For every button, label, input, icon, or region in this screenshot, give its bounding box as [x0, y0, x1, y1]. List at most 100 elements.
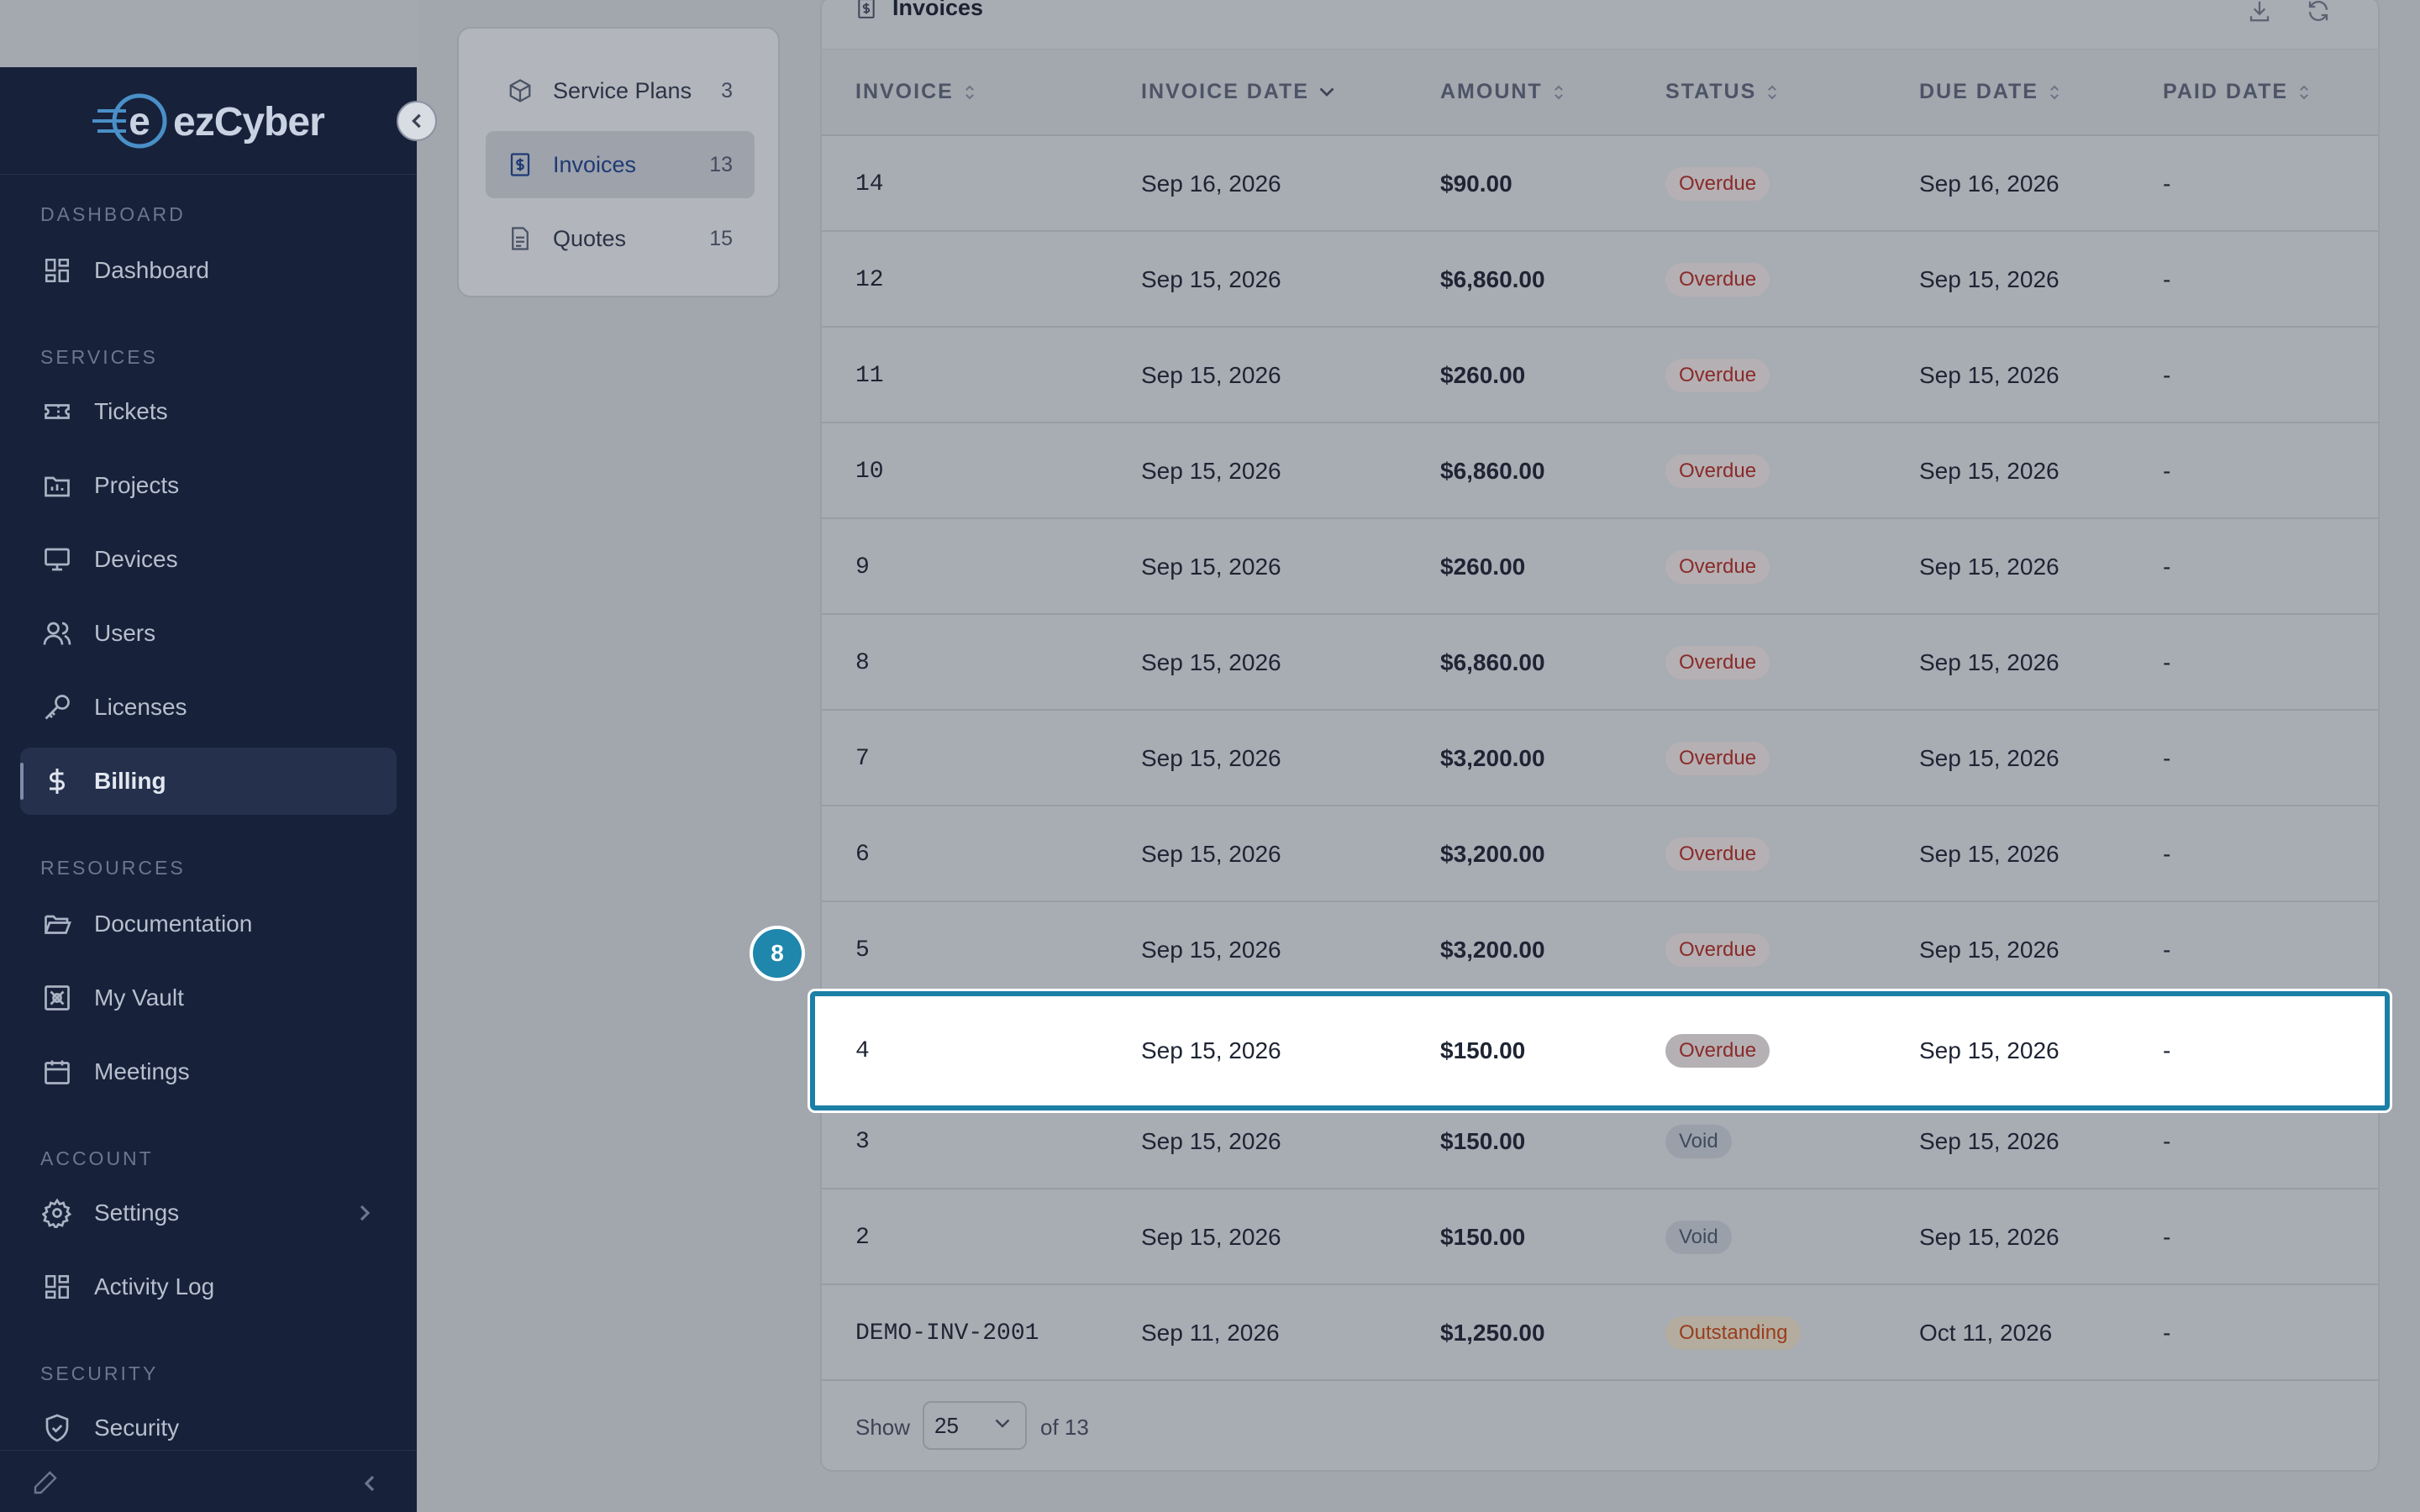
table-row[interactable]: 11 Sep 15, 2026 $260.00 Overdue Sep 15, 2026…: [822, 328, 2378, 423]
status-badge: Void: [1665, 1125, 1732, 1158]
table-row[interactable]: 5 Sep 15, 2026 $3,200.00 Overdue Sep 15, 202…: [822, 902, 2378, 998]
sidebar-item-label: Documentation: [94, 911, 253, 937]
column-header-paid-date[interactable]: PAID DATE: [2163, 80, 2310, 104]
sidebar-item-activity-log[interactable]: Activity Log: [20, 1253, 397, 1320]
table-row[interactable]: 3 Sep 15, 2026 $150.00 Void Sep 15, 2026 -: [822, 1094, 2378, 1189]
cell-invoice: 3: [855, 1128, 870, 1155]
cell-due-date: Sep 15, 2026: [1919, 841, 2060, 867]
table-row[interactable]: 12 Sep 15, 2026 $6,860.00 Overdue Sep 15, 20…: [822, 232, 2378, 328]
sort-icon: [2300, 85, 2308, 99]
column-header-invoice-date[interactable]: INVOICE DATE: [1141, 80, 1334, 104]
refresh-icon[interactable]: [2306, 0, 2331, 24]
column-header-amount[interactable]: AMOUNT: [1440, 80, 1565, 104]
sidebar: e ezCyber DASHBOARD Dashboard SERVICES T…: [0, 67, 417, 1512]
cell-amount: $150.00: [1440, 1224, 1526, 1250]
table-header: INVOICE INVOICE DATE AMOUNT STATUS DUE D…: [822, 49, 2378, 136]
sidebar-item-devices[interactable]: Devices: [20, 526, 397, 593]
cell-invoice: 6: [855, 841, 870, 868]
table-row[interactable]: DEMO-INV-2001 Sep 11, 2026 $1,250.00 Outsta…: [822, 1285, 2378, 1381]
page-size-value: 25: [934, 1412, 959, 1438]
cell-invoice-date: Sep 11, 2026: [1141, 1320, 1280, 1346]
cell-invoice: 2: [855, 1224, 870, 1251]
cell-invoice-date: Sep 16, 2026: [1141, 171, 1281, 197]
sidebar-item-dashboard[interactable]: Dashboard: [20, 237, 397, 304]
cell-amount: $3,200.00: [1440, 937, 1545, 963]
sidebar-item-documentation[interactable]: Documentation: [20, 890, 397, 958]
cell-status: Overdue: [1665, 232, 1770, 328]
cell-paid-date: -: [2163, 266, 2171, 292]
subnav-item-quotes[interactable]: Quotes 15: [486, 205, 755, 272]
table-row[interactable]: 9 Sep 15, 2026 $260.00 Overdue Sep 15, 2026 -: [822, 519, 2378, 615]
sidebar-item-settings[interactable]: Settings: [20, 1179, 397, 1247]
table-row[interactable]: 10 Sep 15, 2026 $6,860.00 Overdue Sep 15, 20…: [822, 423, 2378, 519]
sidebar-item-label: Meetings: [94, 1058, 190, 1084]
cell-invoice-date: Sep 15, 2026: [1141, 554, 1281, 580]
subnav-item-service-plans[interactable]: Service Plans 3: [486, 57, 755, 124]
column-header-label: AMOUNT: [1440, 80, 1543, 103]
sidebar-item-billing[interactable]: Billing: [20, 748, 397, 815]
step-marker: 8: [750, 926, 805, 981]
shield-icon: [40, 1411, 74, 1445]
cell-invoice-date: Sep 15, 2026: [1141, 266, 1281, 292]
sort-icon: [2050, 85, 2059, 99]
calendar-icon: [40, 1055, 74, 1089]
cell-due-date: Sep 15, 2026: [1919, 266, 2060, 292]
chevron-down-icon: [995, 1419, 1010, 1428]
cell-invoice: DEMO-INV-2001: [855, 1320, 1039, 1347]
collapse-sidebar-icon[interactable]: [361, 1473, 378, 1494]
column-header-label: INVOICE DATE: [1141, 80, 1309, 103]
table-row[interactable]: 7 Sep 15, 2026 $3,200.00 Overdue Sep 15, 202…: [822, 711, 2378, 806]
cell-invoice: 9: [855, 554, 870, 580]
cell-status: Void: [1665, 1094, 1732, 1189]
column-header-due-date[interactable]: DUE DATE: [1919, 80, 2060, 104]
cell-due-date: Sep 15, 2026: [1919, 649, 2060, 675]
cell-amount: $3,200.00: [1440, 745, 1545, 771]
status-badge: Void: [1665, 1221, 1732, 1254]
cell-due-date: Sep 15, 2026: [1919, 458, 2060, 484]
cell-due-date: Sep 15, 2026: [1919, 554, 2060, 580]
table-row[interactable]: 14 Sep 16, 2026 $90.00 Overdue Sep 16, 2026 -: [822, 136, 2378, 232]
cell-status: Overdue: [1665, 806, 1770, 902]
panel-title: Invoices: [855, 0, 983, 21]
cell-invoice: 5: [855, 937, 870, 963]
total-count-label: of 13: [1040, 1415, 1089, 1440]
svg-text:e: e: [129, 99, 150, 143]
grid-icon: [40, 1270, 74, 1304]
sidebar-item-label: Devices: [94, 546, 178, 572]
section-security: SECURITY: [40, 1362, 159, 1384]
sidebar-item-label: Billing: [94, 768, 166, 794]
status-badge: Overdue: [1665, 263, 1770, 297]
sidebar-item-meetings[interactable]: Meetings: [20, 1038, 397, 1105]
column-header-status[interactable]: STATUS: [1665, 80, 1778, 104]
column-header-label: STATUS: [1665, 80, 1757, 103]
download-icon[interactable]: [2247, 0, 2272, 24]
status-badge: Overdue: [1665, 550, 1770, 584]
cell-due-date: Sep 15, 2026: [1919, 1224, 2060, 1250]
table-row[interactable]: 8 Sep 15, 2026 $6,860.00 Overdue Sep 15, 202…: [822, 615, 2378, 711]
cell-paid-date: -: [2163, 554, 2171, 580]
cell-amount: $6,860.00: [1440, 458, 1545, 484]
cell-status: Overdue: [1665, 996, 1770, 1105]
sidebar-item-users[interactable]: Users: [20, 600, 397, 667]
sidebar-item-projects[interactable]: Projects: [20, 452, 397, 519]
dollar-icon: [40, 764, 74, 798]
cell-status: Overdue: [1665, 902, 1770, 998]
column-header-invoice[interactable]: INVOICE: [855, 80, 976, 104]
pencil-icon[interactable]: [32, 1469, 59, 1496]
cell-paid-date: -: [2163, 841, 2171, 867]
sidebar-item-tickets[interactable]: Tickets: [20, 378, 397, 445]
cell-paid-date: -: [2163, 1320, 2171, 1346]
status-badge: Overdue: [1665, 359, 1770, 392]
sidebar-collapse-button[interactable]: [397, 101, 437, 141]
table-row[interactable]: 6 Sep 15, 2026 $3,200.00 Overdue Sep 15, 202…: [822, 806, 2378, 902]
logo[interactable]: e ezCyber: [0, 67, 417, 175]
page-size-select[interactable]: 25: [923, 1401, 1027, 1450]
table-row[interactable]: 4 Sep 15, 2026 $150.00 Overdue Sep 15, 2026 -: [810, 991, 2390, 1110]
sidebar-item-label: Security: [94, 1415, 180, 1441]
cell-paid-date: -: [2163, 171, 2171, 197]
sidebar-item-my-vault[interactable]: My Vault: [20, 964, 397, 1032]
sidebar-item-licenses[interactable]: Licenses: [20, 674, 397, 741]
subnav-item-invoices[interactable]: Invoices 13: [486, 131, 755, 198]
cell-paid-date: -: [2163, 937, 2171, 963]
table-row[interactable]: 2 Sep 15, 2026 $150.00 Void Sep 15, 2026 -: [822, 1189, 2378, 1285]
